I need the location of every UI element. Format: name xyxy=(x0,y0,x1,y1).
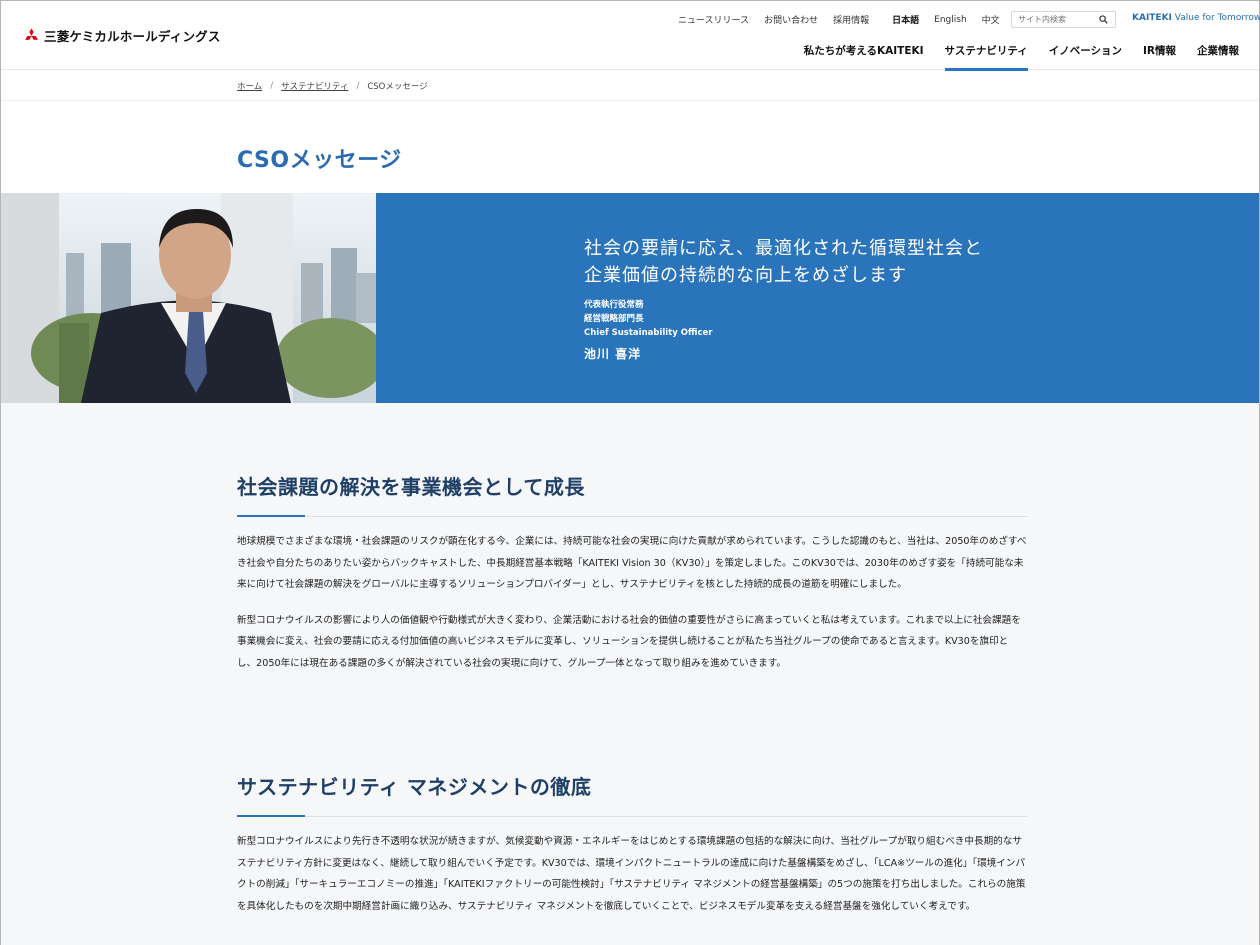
kaiteki-tagline-link[interactable]: KAITEKI Value for Tomorrow xyxy=(1132,13,1260,23)
three-diamonds-logo-icon xyxy=(25,27,38,40)
section-heading: 社会課題の解決を事業機会として成長 xyxy=(237,471,1027,517)
nav-sustainability[interactable]: サステナビリティ xyxy=(944,43,1028,71)
breadcrumb-separator: / xyxy=(356,80,360,91)
site-search xyxy=(1011,11,1116,28)
search-icon[interactable] xyxy=(1096,13,1110,27)
contact-link[interactable]: お問い合わせ xyxy=(764,13,818,26)
logo-text: 三菱ケミカルホールディングス xyxy=(44,29,221,44)
site-header: 三菱ケミカルホールディングス ニュースリリース お問い合わせ 採用情報 日本語 … xyxy=(1,1,1260,71)
lang-chinese[interactable]: 中文 xyxy=(982,13,1000,26)
executive-portrait-image xyxy=(1,193,376,403)
breadcrumb-sustainability[interactable]: サステナビリティ xyxy=(281,80,348,92)
lang-japanese[interactable]: 日本語 xyxy=(892,13,919,26)
tagline-brand: KAITEKI xyxy=(1132,13,1172,23)
nav-company[interactable]: 企業情報 xyxy=(1197,43,1239,69)
hero-heading-line1: 社会の要請に応え、最適化された循環型社会と xyxy=(584,238,983,259)
section-growth: 社会課題の解決を事業機会として成長 地球規模でさまざまな環境・社会課題のリスクが… xyxy=(237,471,1027,674)
hero-message-panel: 社会の要請に応え、最適化された循環型社会と 企業価値の持続的な向上をめざします … xyxy=(376,193,1259,403)
nav-innovation[interactable]: イノベーション xyxy=(1049,43,1122,69)
section-sustainability-management: サステナビリティ マネジメントの徹底 新型コロナウイルスにより先行き不透明な状況… xyxy=(237,771,1027,917)
hero-banner: 社会の要請に応え、最適化された循環型社会と 企業価値の持続的な向上をめざします … xyxy=(1,193,1259,403)
language-switcher: 日本語 English 中文 xyxy=(892,13,1015,27)
search-input[interactable] xyxy=(1012,12,1096,27)
breadcrumb-home[interactable]: ホーム xyxy=(237,80,262,92)
breadcrumb-current: CSOメッセージ xyxy=(367,81,428,92)
executive-role-3: Chief Sustainability Officer xyxy=(584,328,713,338)
breadcrumb: ホーム / サステナビリティ / CSOメッセージ xyxy=(1,71,1259,101)
section-paragraph: 新型コロナウイルスにより先行き不透明な状況が続きますが、気候変動や資源・エネルギ… xyxy=(237,836,1026,912)
tagline-rest: Value for Tomorrow xyxy=(1171,13,1260,23)
executive-role-2: 経営戦略部門長 xyxy=(584,314,644,324)
section-paragraph: 地球規模でさまざまな環境・社会課題のリスクが顕在化する今、企業には、持続可能な社… xyxy=(237,536,1027,590)
nav-kaiteki[interactable]: 私たちが考えるKAITEKI xyxy=(804,43,924,69)
hero-heading-line2: 企業価値の持続的な向上をめざします xyxy=(584,265,907,286)
hero-heading: 社会の要請に応え、最適化された循環型社会と 企業価値の持続的な向上をめざします xyxy=(584,235,983,289)
breadcrumb-separator: / xyxy=(270,80,274,91)
nav-ir[interactable]: IR情報 xyxy=(1143,43,1176,69)
recruit-link[interactable]: 採用情報 xyxy=(833,13,869,26)
section-paragraph: 新型コロナウイルスの影響により人の価値観や行動様式が大きく変わり、企業活動におけ… xyxy=(237,614,1021,669)
company-logo[interactable]: 三菱ケミカルホールディングス xyxy=(23,26,221,45)
executive-name: 池川 喜洋 xyxy=(584,347,642,361)
global-nav: 私たちが考えるKAITEKI サステナビリティ イノベーション IR情報 企業情… xyxy=(783,43,1239,71)
portrait-illustration xyxy=(1,193,376,403)
news-release-link[interactable]: ニュースリリース xyxy=(678,13,749,26)
section-heading: サステナビリティ マネジメントの徹底 xyxy=(237,771,1027,817)
page-title: CSOメッセージ xyxy=(237,148,402,173)
executive-role-1: 代表執行役常務 xyxy=(584,300,644,310)
utility-nav: ニュースリリース お問い合わせ 採用情報 日本語 English 中文 xyxy=(678,13,1015,27)
executive-titles: 代表執行役常務 経営戦略部門長 Chief Sustainability Off… xyxy=(584,298,712,340)
lang-english[interactable]: English xyxy=(934,15,967,25)
